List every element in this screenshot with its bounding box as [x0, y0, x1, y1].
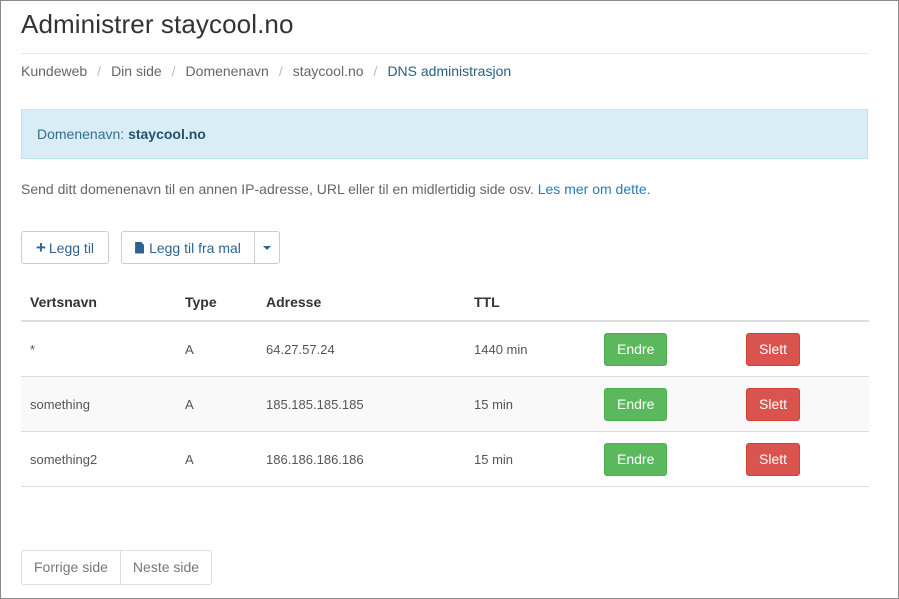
delete-button[interactable]: Slett [746, 332, 801, 366]
breadcrumb-separator: / [171, 63, 176, 79]
breadcrumb: Kundeweb / Din side / Domenenavn / stayc… [21, 63, 511, 79]
document-icon [135, 241, 145, 254]
delete-button[interactable]: Slett [746, 442, 801, 476]
cell-host: something [21, 376, 176, 432]
col-header-delete [737, 284, 869, 322]
cell-host: * [21, 321, 176, 377]
add-record-label: Legg til [48, 239, 95, 256]
col-header-edit [595, 284, 737, 322]
page-title: Administrer staycool.no [21, 9, 294, 39]
cell-delete: Slett [737, 376, 869, 432]
cell-ttl: 15 min [465, 376, 595, 432]
breadcrumb-kundeweb[interactable]: Kundeweb [21, 63, 87, 79]
description-text: Send ditt domenenavn til en annen IP-adr… [21, 181, 651, 197]
breadcrumb-domain[interactable]: staycool.no [293, 63, 364, 79]
col-header-address: Adresse [257, 284, 465, 322]
breadcrumb-current: DNS administrasjon [387, 63, 512, 79]
cell-edit: Endre [595, 321, 737, 377]
cell-delete: Slett [737, 321, 869, 377]
cell-delete: Slett [737, 431, 869, 487]
description-body: Send ditt domenenavn til en annen IP-adr… [21, 181, 534, 197]
breadcrumb-separator: / [278, 63, 283, 79]
cell-address: 186.186.186.186 [257, 431, 465, 487]
add-from-template-label: Legg til fra mal [149, 239, 241, 256]
previous-page-button[interactable]: Forrige side [21, 550, 121, 585]
next-page-button[interactable]: Neste side [120, 550, 213, 585]
col-header-host: Vertsnavn [21, 284, 176, 322]
edit-button[interactable]: Endre [604, 332, 668, 366]
cell-ttl: 15 min [465, 431, 595, 487]
table-header-row: Vertsnavn Type Adresse TTL [21, 284, 869, 322]
breadcrumb-din-side[interactable]: Din side [111, 63, 162, 79]
cell-address: 185.185.185.185 [257, 376, 465, 432]
table-row: something2 A 186.186.186.186 15 min Endr… [21, 431, 869, 487]
pagination: Forrige side Neste side [21, 550, 213, 585]
domain-info-alert: Domenenavn: staycool.no [21, 109, 868, 159]
cell-type: A [176, 376, 257, 432]
alert-label: Domenenavn: [37, 126, 125, 142]
alert-domain: staycool.no [128, 126, 206, 142]
col-header-type: Type [176, 284, 257, 322]
template-dropdown-toggle[interactable] [254, 231, 280, 264]
table-row: * A 64.27.57.24 1440 min Endre Slett [21, 321, 869, 377]
edit-button[interactable]: Endre [604, 387, 668, 421]
edit-button[interactable]: Endre [604, 442, 668, 476]
col-header-ttl: TTL [465, 284, 595, 322]
add-record-button[interactable]: + Legg til [21, 231, 109, 264]
cell-address: 64.27.57.24 [257, 321, 465, 377]
delete-button[interactable]: Slett [746, 387, 801, 421]
breadcrumb-separator: / [97, 63, 102, 79]
cell-edit: Endre [595, 376, 737, 432]
title-divider [21, 53, 868, 54]
cell-edit: Endre [595, 431, 737, 487]
caret-down-icon [263, 245, 271, 250]
table-row: something A 185.185.185.185 15 min Endre… [21, 376, 869, 432]
read-more-link[interactable]: Les mer om dette. [538, 181, 651, 197]
cell-host: something2 [21, 431, 176, 487]
cell-ttl: 1440 min [465, 321, 595, 377]
breadcrumb-domenenavn[interactable]: Domenenavn [186, 63, 269, 79]
plus-icon: + [35, 238, 46, 257]
dns-records-table: Vertsnavn Type Adresse TTL * A 64.27.57.… [21, 284, 869, 487]
add-from-template-button[interactable]: Legg til fra mal [121, 231, 255, 264]
cell-type: A [176, 321, 257, 377]
cell-type: A [176, 431, 257, 487]
breadcrumb-separator: / [373, 63, 378, 79]
